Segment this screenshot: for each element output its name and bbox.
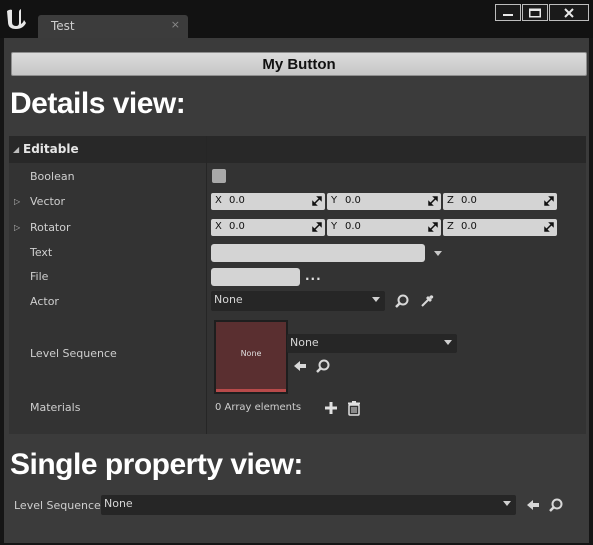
vector-y-field[interactable]: Y 0.0 — [327, 193, 441, 210]
browse-search-icon[interactable] — [394, 293, 410, 309]
vector-x-field[interactable]: X 0.0 — [211, 193, 325, 210]
tab-title: Test — [51, 19, 75, 33]
chevron-down-icon — [503, 501, 511, 506]
rotator-z-value: 0.0 — [461, 221, 477, 232]
details-view-heading: Details view: — [10, 87, 186, 120]
column-splitter[interactable] — [206, 136, 207, 434]
content-panel: My Button Details view: ◢ Editable Boole… — [4, 38, 589, 543]
drag-handle-icon[interactable] — [544, 196, 554, 206]
use-selected-arrow-icon[interactable] — [525, 497, 541, 513]
drag-handle-icon[interactable] — [312, 222, 322, 232]
level-sequence-value: None — [290, 336, 319, 349]
level-sequence-thumbnail[interactable]: None — [214, 320, 288, 394]
tab-close-icon[interactable]: × — [171, 18, 180, 31]
rotator-x-value: 0.0 — [229, 221, 245, 232]
title-bar[interactable]: Test × — [0, 0, 593, 38]
clear-trash-icon[interactable] — [346, 400, 362, 416]
eyedropper-pick-icon[interactable] — [419, 293, 435, 309]
collapse-arrow-icon[interactable]: ◢ — [13, 145, 19, 154]
minimize-icon — [503, 13, 513, 16]
file-browse-button[interactable]: ... — [305, 269, 322, 283]
materials-array-count: 0 Array elements — [215, 402, 302, 413]
boolean-checkbox[interactable] — [212, 169, 226, 183]
drag-handle-icon[interactable] — [544, 222, 554, 232]
actor-value: None — [214, 293, 243, 306]
drag-handle-icon[interactable] — [428, 196, 438, 206]
thumbnail-label: None — [240, 349, 262, 358]
rotator-z-field[interactable]: Z 0.0 — [443, 219, 557, 236]
actor-picker-combo[interactable]: None — [211, 291, 385, 311]
vector-label: Vector — [30, 195, 66, 208]
add-element-plus-icon[interactable] — [323, 400, 339, 416]
axis-y-label: Y — [331, 221, 338, 232]
use-selected-arrow-icon[interactable] — [292, 358, 308, 374]
browse-search-icon[interactable] — [548, 497, 564, 513]
axis-y-label: Y — [331, 195, 338, 206]
rotator-x-field[interactable]: X 0.0 — [211, 219, 325, 236]
single-property-view-heading: Single property view: — [10, 448, 303, 481]
drag-handle-icon[interactable] — [312, 196, 322, 206]
vector-x-value: 0.0 — [229, 195, 245, 206]
rotator-expand-arrow-icon[interactable]: ▷ — [14, 223, 20, 232]
actor-label: Actor — [30, 295, 59, 308]
drag-handle-icon[interactable] — [428, 222, 438, 232]
minimize-button[interactable] — [495, 4, 521, 21]
text-input[interactable] — [211, 244, 425, 262]
browse-search-icon[interactable] — [315, 358, 331, 374]
vector-y-value: 0.0 — [345, 195, 361, 206]
level-sequence-label: Level Sequence — [30, 347, 117, 360]
category-title: Editable — [23, 142, 79, 156]
close-window-button[interactable] — [549, 4, 589, 21]
asset-type-color-bar — [216, 389, 286, 392]
maximize-button[interactable] — [522, 4, 548, 21]
single-property-value: None — [104, 497, 133, 510]
materials-label: Materials — [30, 401, 81, 414]
chevron-down-icon — [444, 340, 452, 345]
file-path-input[interactable] — [211, 268, 300, 286]
axis-x-label: X — [215, 221, 222, 232]
boolean-label: Boolean — [30, 170, 75, 183]
file-label: File — [30, 270, 49, 283]
unreal-engine-logo-icon — [7, 9, 26, 29]
axis-z-label: Z — [447, 221, 454, 232]
rotator-label: Rotator — [30, 221, 71, 234]
text-label: Text — [30, 246, 53, 259]
axis-z-label: Z — [447, 195, 454, 206]
rotator-y-value: 0.0 — [345, 221, 361, 232]
rotator-y-field[interactable]: Y 0.0 — [327, 219, 441, 236]
level-sequence-picker-combo[interactable]: None — [287, 334, 457, 353]
vector-expand-arrow-icon[interactable]: ▷ — [14, 197, 20, 206]
maximize-icon — [529, 8, 541, 17]
single-property-label: Level Sequence — [14, 499, 101, 512]
app-window: Test × My Button Details view: ◢ Editabl… — [0, 0, 593, 545]
close-icon — [564, 7, 574, 18]
details-panel: ◢ Editable Boolean ▷ Vector X 0.0 Y 0.0 … — [9, 136, 586, 434]
document-tab[interactable]: Test × — [38, 15, 188, 38]
text-options-chevron-down-icon[interactable] — [434, 251, 442, 256]
my-button[interactable]: My Button — [11, 52, 587, 76]
single-property-picker-combo[interactable]: None — [101, 495, 516, 515]
vector-z-field[interactable]: Z 0.0 — [443, 193, 557, 210]
chevron-down-icon — [372, 297, 380, 302]
category-header-editable[interactable]: ◢ Editable — [9, 136, 586, 163]
axis-x-label: X — [215, 195, 222, 206]
window-controls — [495, 4, 589, 21]
vector-z-value: 0.0 — [461, 195, 477, 206]
